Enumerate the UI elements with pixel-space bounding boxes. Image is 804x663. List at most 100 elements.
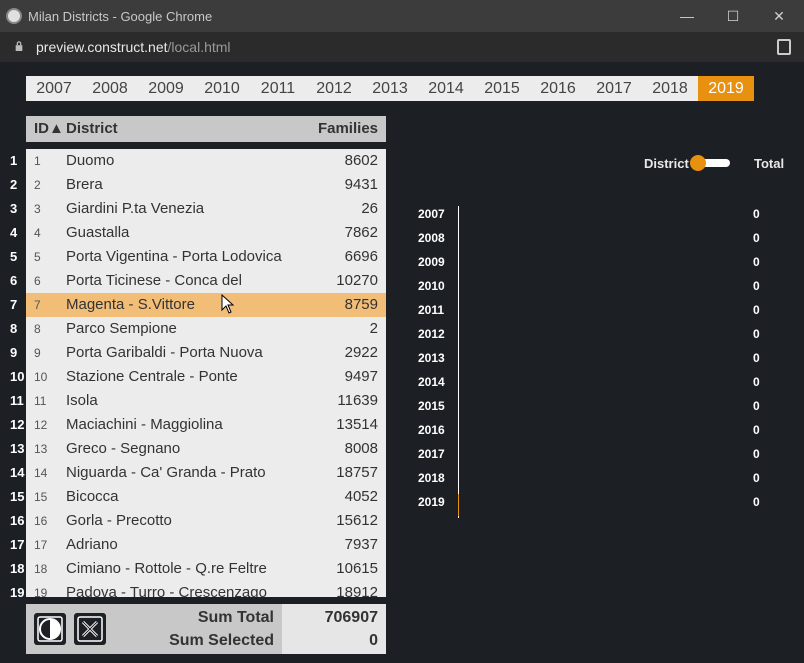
chart-category-label: 2019 [418,495,445,509]
chart-category-label: 2011 [418,303,445,317]
table-row[interactable]: 10 Stazione Centrale - Ponte 9497 [26,365,386,389]
cell-id: 7 [34,298,41,312]
tab-year-2016[interactable]: 2016 [530,76,586,101]
chart-row: 2014 0 [410,370,770,394]
mouse-cursor-icon [221,294,235,314]
row-number: 14 [10,465,25,480]
maximize-icon[interactable]: ☐ [723,6,743,26]
cell-id: 1 [34,154,41,168]
tab-year-2015[interactable]: 2015 [474,76,530,101]
cell-id: 9 [34,346,41,360]
url-text[interactable]: preview.construct.net/local.html [36,39,231,55]
cell-district: Porta Garibaldi - Porta Nuova [66,344,263,361]
table-row[interactable]: 1 Duomo 8602 [26,149,386,173]
cell-id: 8 [34,322,41,336]
tab-year-2010[interactable]: 2010 [194,76,250,101]
sum-selected-label: Sum Selected [169,632,274,649]
table-row[interactable]: 5 Porta Vigentina - Porta Lodovica 6696 [26,245,386,269]
year-tabs: 2007 2008 2009 2010 2011 2012 2013 2014 2015 2016… [26,76,754,101]
tab-year-2009[interactable]: 2009 [138,76,194,101]
cell-families: 2 [369,320,378,337]
row-number: 15 [10,489,25,504]
tab-year-2008[interactable]: 2008 [82,76,138,101]
cell-district: Padova - Turro - Crescenzago [66,584,267,597]
table-row[interactable]: 2 Brera 9431 [26,173,386,197]
year-bar-chart: 2007 0 2008 0 2009 0 2010 0 2011 0 2012 0 2013 0 2014 0… [410,202,770,522]
cell-district: Niguarda - Ca' Granda - Prato [66,464,266,481]
app-area: 2007 2008 2009 2010 2011 2012 2013 2014 2015 2016… [0,62,804,663]
table-row[interactable]: 11 Isola 11639 [26,389,386,413]
cell-families: 9497 [344,368,378,385]
table-row[interactable]: 13 Greco - Segnano 8008 [26,437,386,461]
chart-category-label: 2015 [418,399,445,413]
row-number: 13 [10,441,25,456]
cell-families: 9431 [344,176,378,193]
table-row[interactable]: 4 Guastalla 7862 [26,221,386,245]
chart-row: 2012 0 [410,322,770,346]
districts-table[interactable]: 1 Duomo 8602 2 Brera 9431 3 Giardini P.ta Venez… [26,149,386,597]
table-row[interactable]: 17 Adriano 7937 [26,533,386,557]
tab-year-2014[interactable]: 2014 [418,76,474,101]
table-row[interactable]: 3 Giardini P.ta Venezia 26 [26,197,386,221]
table-row[interactable]: 8 Parco Sempione 2 [26,317,386,341]
cell-families: 8008 [344,440,378,457]
tab-year-2007[interactable]: 2007 [26,76,82,101]
column-header-id[interactable]: ID▲ [34,120,64,137]
cell-district: Parco Sempione [66,320,177,337]
chart-category-label: 2016 [418,423,445,437]
cell-district: Gorla - Precotto [66,512,172,529]
row-number: 1 [10,153,18,168]
chart-category-label: 2007 [418,207,445,221]
cell-id: 2 [34,178,41,192]
toggle-switch[interactable] [690,155,730,171]
minimize-icon[interactable]: — [677,6,697,26]
clear-x-icon [77,616,103,642]
cell-id: 15 [34,490,48,504]
tab-year-2013[interactable]: 2013 [362,76,418,101]
sum-total-value: 706907 [324,609,378,626]
cell-families: 26 [361,200,378,217]
cell-district: Maciachini - Maggiolina [66,416,223,433]
tab-year-2011[interactable]: 2011 [250,76,306,101]
cell-id: 4 [34,226,41,240]
contrast-toggle-button[interactable] [34,613,66,645]
cell-district: Brera [66,176,103,193]
cell-families: 18912 [336,584,378,597]
toggle-knob[interactable] [690,155,706,171]
install-app-icon[interactable] [777,39,791,55]
chart-row: 2015 0 [410,394,770,418]
cell-id: 16 [34,514,48,528]
tab-year-2018[interactable]: 2018 [642,76,698,101]
row-number: 6 [10,273,18,288]
table-row[interactable]: 7 Magenta - S.Vittore 8759 [26,293,386,317]
row-number: 7 [10,297,18,312]
chart-category-label: 2009 [418,255,445,269]
table-row[interactable]: 14 Niguarda - Ca' Granda - Prato 18757 [26,461,386,485]
chart-value-label: 0 [753,231,760,245]
table-row[interactable]: 15 Bicocca 4052 [26,485,386,509]
tab-year-2019[interactable]: 2019 [698,76,754,101]
chart-row: 2016 0 [410,418,770,442]
address-bar[interactable]: preview.construct.net/local.html [0,32,804,62]
toggle-label-district: District [644,156,689,171]
tab-year-2017[interactable]: 2017 [586,76,642,101]
browser-titlebar: Milan Districts - Google Chrome — ☐ ✕ [0,0,804,32]
cell-families: 7862 [344,224,378,241]
table-row[interactable]: 6 Porta Ticinese - Conca del 10270 [26,269,386,293]
close-icon[interactable]: ✕ [769,6,789,26]
cell-district: Cimiano - Rottole - Q.re Feltre [66,560,267,577]
column-header-families[interactable]: Families [318,120,378,137]
table-row[interactable]: 16 Gorla - Precotto 15612 [26,509,386,533]
chart-value-label: 0 [753,375,760,389]
cell-district: Adriano [66,536,118,553]
table-row[interactable]: 9 Porta Garibaldi - Porta Nuova 2922 [26,341,386,365]
column-header-district[interactable]: District [66,120,118,137]
tab-year-2012[interactable]: 2012 [306,76,362,101]
chart-value-label: 0 [753,399,760,413]
table-row[interactable]: 19 Padova - Turro - Crescenzago 18912 [26,581,386,597]
cell-families: 4052 [344,488,378,505]
clear-selection-button[interactable] [74,613,106,645]
table-row[interactable]: 12 Maciachini - Maggiolina 13514 [26,413,386,437]
table-row[interactable]: 18 Cimiano - Rottole - Q.re Feltre 10615 [26,557,386,581]
lock-icon [15,41,23,51]
